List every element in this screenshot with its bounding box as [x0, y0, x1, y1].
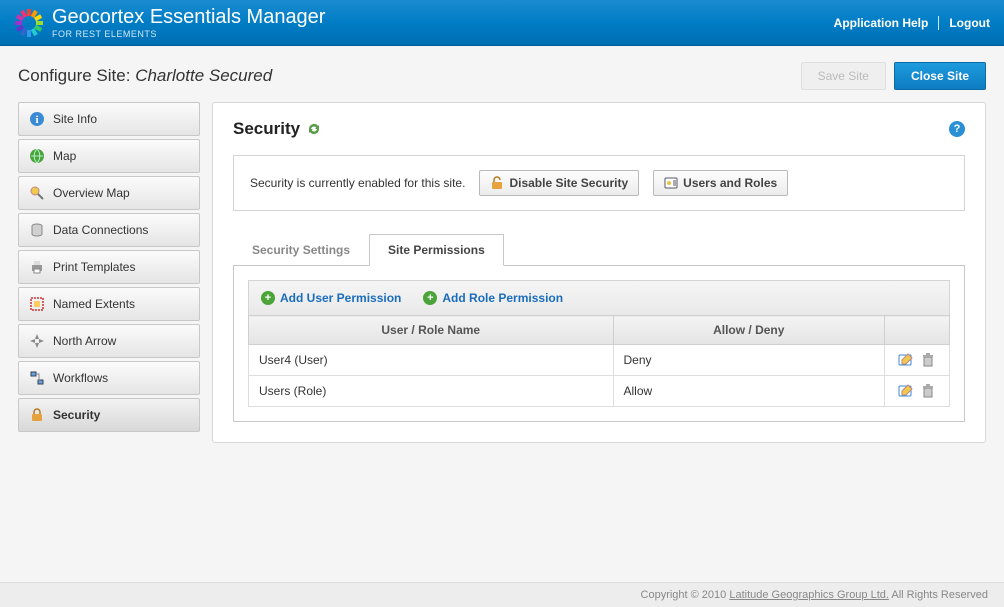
users-and-roles-button[interactable]: Users and Roles: [653, 170, 788, 196]
copyright-prefix: Copyright © 2010: [641, 589, 730, 601]
sidebar-item-data-connections[interactable]: Data Connections: [18, 213, 200, 247]
table-row: User4 (User)Deny: [249, 345, 950, 376]
svg-text:i: i: [35, 114, 38, 126]
sidebar-item-label: Named Extents: [53, 297, 135, 311]
add-role-permission-button[interactable]: + Add Role Permission: [423, 291, 563, 305]
tab-site-permissions[interactable]: Site Permissions: [369, 234, 504, 266]
tabs: Security Settings Site Permissions: [233, 233, 965, 266]
page-subheader: Configure Site: Charlotte Secured Save S…: [0, 46, 1004, 102]
sidebar-item-workflows[interactable]: Workflows: [18, 361, 200, 395]
col-user-role-name: User / Role Name: [249, 316, 614, 345]
sidebar-item-security[interactable]: Security: [18, 398, 200, 432]
sidebar-item-label: Workflows: [53, 371, 108, 385]
content-panel: Security ? Security is currently enabled…: [212, 102, 986, 443]
plus-icon: +: [261, 291, 275, 305]
db-icon: [29, 222, 45, 238]
brand-text: Geocortex Essentials Manager FOR REST EL…: [52, 7, 325, 39]
divider: [938, 16, 939, 30]
arrows-icon: [29, 333, 45, 349]
panel-title: Security: [233, 119, 300, 139]
security-status-box: Security is currently enabled for this s…: [233, 155, 965, 211]
sidebar-item-label: Security: [53, 408, 100, 422]
users-roles-icon: [664, 176, 678, 190]
disable-label: Disable Site Security: [509, 176, 628, 190]
delete-icon[interactable]: [920, 383, 936, 399]
permissions-toolbar: + Add User Permission + Add Role Permiss…: [248, 280, 950, 315]
brand: Geocortex Essentials Manager FOR REST EL…: [14, 7, 325, 39]
panel-header: Security ?: [233, 119, 965, 139]
sidebar-item-label: North Arrow: [53, 334, 116, 348]
permissions-table: User / Role Name Allow / Deny User4 (Use…: [248, 315, 950, 407]
header-links: Application Help Logout: [834, 16, 990, 30]
table-row: Users (Role)Allow: [249, 376, 950, 407]
unlock-icon: [490, 176, 504, 190]
sidebar-item-label: Site Info: [53, 112, 97, 126]
users-roles-label: Users and Roles: [683, 176, 777, 190]
save-site-button: Save Site: [801, 62, 886, 90]
sidebar-item-named-extents[interactable]: Named Extents: [18, 287, 200, 321]
add-user-permission-button[interactable]: + Add User Permission: [261, 291, 401, 305]
subheader-actions: Save Site Close Site: [801, 62, 986, 90]
sidebar: i Site Info Map Overview Map Data Connection…: [18, 102, 200, 443]
sidebar-item-label: Map: [53, 149, 76, 163]
cell-allow-deny: Allow: [613, 376, 884, 407]
sidebar-item-label: Print Templates: [53, 260, 135, 274]
brand-subtitle: FOR REST ELEMENTS: [52, 29, 325, 39]
col-allow-deny: Allow / Deny: [613, 316, 884, 345]
logout-link[interactable]: Logout: [949, 16, 990, 30]
cell-actions: [885, 345, 950, 376]
lock-icon: [29, 407, 45, 423]
configure-prefix: Configure Site:: [18, 66, 135, 85]
cell-actions: [885, 376, 950, 407]
tab-security-settings[interactable]: Security Settings: [233, 234, 369, 266]
cell-name: Users (Role): [249, 376, 614, 407]
security-status-text: Security is currently enabled for this s…: [250, 176, 465, 190]
sidebar-item-print-templates[interactable]: Print Templates: [18, 250, 200, 284]
sidebar-item-map[interactable]: Map: [18, 139, 200, 173]
footer: Copyright © 2010 Latitude Geographics Gr…: [0, 582, 1004, 607]
refresh-icon[interactable]: [306, 122, 322, 136]
add-role-label: Add Role Permission: [442, 291, 563, 305]
sidebar-item-overview-map[interactable]: Overview Map: [18, 176, 200, 210]
sidebar-item-label: Data Connections: [53, 223, 148, 237]
tab-body: + Add User Permission + Add Role Permiss…: [233, 266, 965, 422]
brand-title: Geocortex Essentials Manager: [52, 7, 325, 27]
edit-icon[interactable]: [898, 383, 914, 399]
extent-icon: [29, 296, 45, 312]
sidebar-item-site-info[interactable]: i Site Info: [18, 102, 200, 136]
application-help-link[interactable]: Application Help: [834, 16, 929, 30]
help-icon[interactable]: ?: [949, 121, 965, 137]
site-name: Charlotte Secured: [135, 66, 272, 85]
edit-icon[interactable]: [898, 352, 914, 368]
magnifier-icon: [29, 185, 45, 201]
info-icon: i: [29, 111, 45, 127]
copyright-suffix: All Rights Reserved: [889, 589, 988, 601]
sidebar-item-north-arrow[interactable]: North Arrow: [18, 324, 200, 358]
plus-icon: +: [423, 291, 437, 305]
cell-allow-deny: Deny: [613, 345, 884, 376]
add-user-label: Add User Permission: [280, 291, 401, 305]
col-actions: [885, 316, 950, 345]
disable-site-security-button[interactable]: Disable Site Security: [479, 170, 639, 196]
close-site-button[interactable]: Close Site: [894, 62, 986, 90]
main-area: i Site Info Map Overview Map Data Connection…: [0, 102, 1004, 453]
logo-icon: [14, 8, 44, 38]
configure-site-label: Configure Site: Charlotte Secured: [18, 66, 272, 86]
printer-icon: [29, 259, 45, 275]
workflow-icon: [29, 370, 45, 386]
cell-name: User4 (User): [249, 345, 614, 376]
delete-icon[interactable]: [920, 352, 936, 368]
app-header: Geocortex Essentials Manager FOR REST EL…: [0, 0, 1004, 46]
sidebar-item-label: Overview Map: [53, 186, 130, 200]
company-link[interactable]: Latitude Geographics Group Ltd.: [729, 589, 889, 601]
globe-icon: [29, 148, 45, 164]
